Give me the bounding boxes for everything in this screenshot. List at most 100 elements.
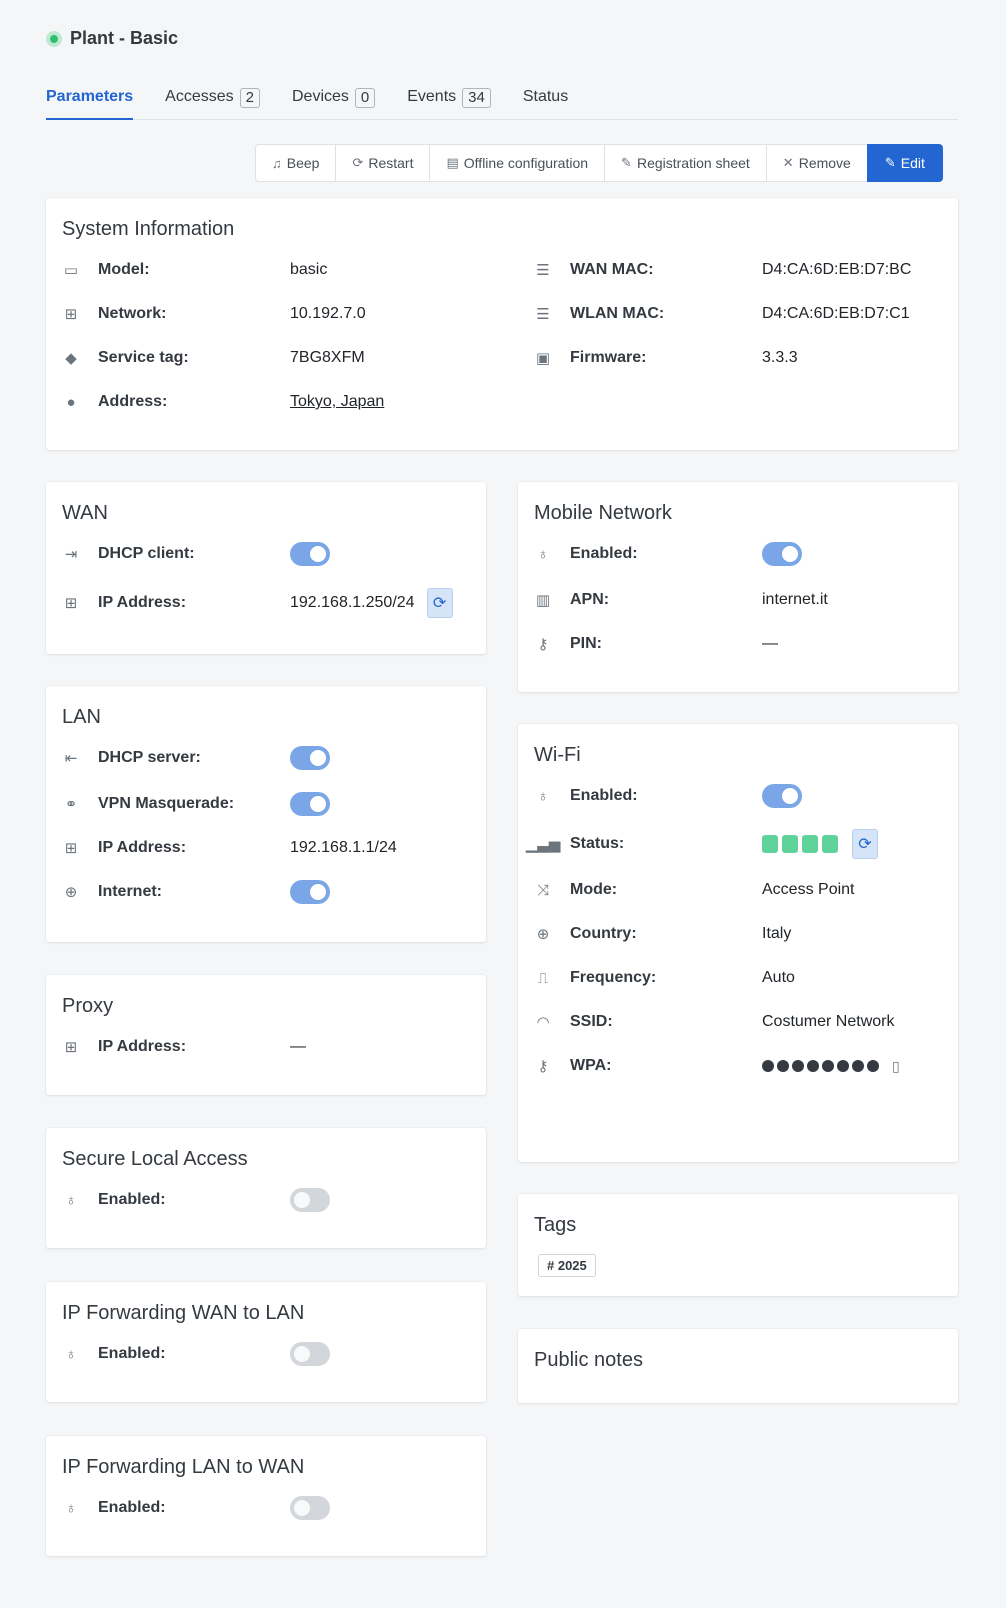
field-label: DHCP server: bbox=[98, 749, 201, 766]
model-value: basic bbox=[290, 261, 328, 278]
network-icon: ⊞ bbox=[64, 840, 78, 857]
status-row: ▁▃▅ Status: ⟳ bbox=[525, 829, 878, 859]
file-download-icon: ▤ bbox=[446, 155, 459, 170]
wave-square-icon: ⎍ bbox=[537, 969, 549, 987]
vpn-masquerade-toggle[interactable] bbox=[290, 792, 330, 816]
field-label: Internet: bbox=[98, 883, 162, 900]
masked-password bbox=[762, 1060, 882, 1072]
lan-wan-forwarding-toggle[interactable] bbox=[290, 1496, 330, 1520]
apn-row: ▥ APN: internet.it bbox=[534, 588, 828, 612]
field-label: Model: bbox=[98, 261, 150, 278]
card-title: Public notes bbox=[534, 1349, 643, 1371]
address-row: ● Address: Tokyo, Japan bbox=[62, 390, 384, 414]
field-label: IP Address: bbox=[98, 594, 187, 611]
tab-label: Parameters bbox=[46, 88, 134, 105]
clipboard-icon[interactable]: ▯ bbox=[892, 1058, 900, 1075]
password-dot bbox=[867, 1060, 879, 1072]
network-value: 10.192.7.0 bbox=[290, 305, 366, 322]
refresh-button[interactable]: ⟳ bbox=[852, 829, 878, 859]
tab-accesses[interactable]: Accesses 2 bbox=[165, 84, 260, 120]
key-icon: ⚷ bbox=[537, 1058, 549, 1075]
button-label: Beep bbox=[286, 155, 320, 171]
field-label: Enabled: bbox=[570, 545, 638, 562]
remove-button[interactable]: ✕ Remove bbox=[765, 144, 868, 182]
tags-card: Tags # 2025 bbox=[518, 1194, 958, 1296]
field-label: Firmware: bbox=[570, 349, 647, 366]
microchip-icon: ▣ bbox=[535, 350, 551, 367]
address-link[interactable]: Tokyo, Japan bbox=[290, 393, 384, 411]
dhcp-server-toggle[interactable] bbox=[290, 746, 330, 770]
dhcp-server-row: ⇤ DHCP server: bbox=[62, 746, 330, 770]
shuffle-icon: ⤨ bbox=[536, 881, 549, 899]
tag-icon: ◆ bbox=[65, 350, 77, 367]
tab-events[interactable]: Events 34 bbox=[407, 84, 491, 120]
password-dot bbox=[777, 1060, 789, 1072]
ip-forwarding-lan-wan-card: IP Forwarding LAN to WAN ♁ Enabled: bbox=[46, 1436, 486, 1556]
enabled-row: ♁ Enabled: bbox=[62, 1342, 330, 1366]
sign-out-icon: ⇤ bbox=[64, 750, 78, 767]
tab-status[interactable]: Status bbox=[523, 84, 568, 120]
signal-bar bbox=[762, 835, 778, 853]
offline-configuration-button[interactable]: ▤ Offline configuration bbox=[429, 144, 606, 182]
button-label: Edit bbox=[900, 155, 925, 171]
field-label: Enabled: bbox=[570, 787, 638, 804]
frequency-row: ⎍ Frequency: Auto bbox=[534, 966, 795, 990]
field-label: Enabled: bbox=[98, 1191, 166, 1208]
signal-icon: ▁▃▅ bbox=[525, 836, 561, 853]
card-title: LAN bbox=[62, 706, 101, 728]
restart-button[interactable]: ⟳ Restart bbox=[335, 144, 431, 182]
tab-label: Accesses bbox=[165, 88, 234, 105]
field-label: Frequency: bbox=[570, 969, 657, 986]
mobile-enabled-toggle[interactable] bbox=[762, 542, 802, 566]
field-label: SSID: bbox=[570, 1013, 613, 1030]
wan-card: WAN ⇥ DHCP client: ⊞ IP Address: 192.168… bbox=[46, 482, 486, 654]
mode-row: ⤨ Mode: Access Point bbox=[534, 878, 855, 902]
wlan-mac-value: D4:CA:6D:EB:D7:C1 bbox=[762, 305, 910, 322]
wifi-card: Wi-Fi ♁ Enabled: ▁▃▅ Status: ⟳ ⤨ Mode: A… bbox=[518, 724, 958, 1162]
internet-toggle[interactable] bbox=[290, 880, 330, 904]
wan-lan-forwarding-toggle[interactable] bbox=[290, 1342, 330, 1366]
wifi-icon: ◠ bbox=[536, 1014, 550, 1031]
proxy-card: Proxy ⊞ IP Address: — bbox=[46, 975, 486, 1095]
beep-button[interactable]: ♫ Beep bbox=[255, 144, 337, 182]
field-label: Network: bbox=[98, 305, 167, 322]
edit-button[interactable]: ✎ Edit bbox=[866, 144, 943, 182]
registration-sheet-button[interactable]: ✎ Registration sheet bbox=[604, 144, 767, 182]
wpa-row: ⚷ WPA: ▯ bbox=[534, 1054, 900, 1078]
ip-forwarding-wan-lan-card: IP Forwarding WAN to LAN ♁ Enabled: bbox=[46, 1282, 486, 1402]
secure-access-toggle[interactable] bbox=[290, 1188, 330, 1212]
close-icon: ✕ bbox=[782, 155, 794, 170]
ip-address-row: ⊞ IP Address: 192.168.1.1/24 bbox=[62, 836, 397, 860]
apn-value: internet.it bbox=[762, 591, 828, 608]
card-title: Wi-Fi bbox=[534, 744, 581, 766]
refresh-icon: ⟳ bbox=[432, 595, 447, 612]
firmware-value: 3.3.3 bbox=[762, 349, 798, 366]
field-label: Country: bbox=[570, 925, 637, 942]
online-status-icon bbox=[46, 30, 62, 47]
restart-icon: ⟳ bbox=[352, 155, 364, 170]
card-title: Secure Local Access bbox=[62, 1148, 248, 1170]
public-notes-card: Public notes bbox=[518, 1329, 958, 1403]
firmware-row: ▣ Firmware: 3.3.3 bbox=[534, 346, 798, 370]
wifi-enabled-toggle[interactable] bbox=[762, 784, 802, 808]
card-title: Proxy bbox=[62, 995, 114, 1017]
network-icon: ⊞ bbox=[64, 306, 78, 323]
card-title: Tags bbox=[534, 1214, 577, 1236]
tag-badge[interactable]: # 2025 bbox=[538, 1254, 596, 1277]
dhcp-client-toggle[interactable] bbox=[290, 542, 330, 566]
refresh-button[interactable]: ⟳ bbox=[426, 588, 453, 618]
globe-icon: ⊕ bbox=[536, 926, 550, 943]
country-value: Italy bbox=[762, 925, 792, 942]
button-label: Remove bbox=[798, 155, 851, 171]
mode-value: Access Point bbox=[762, 881, 855, 898]
hdd-icon: ▭ bbox=[63, 262, 79, 279]
internet-row: ⊕ Internet: bbox=[62, 880, 330, 904]
tab-devices[interactable]: Devices 0 bbox=[292, 84, 376, 120]
button-label: Restart bbox=[368, 155, 414, 171]
enabled-row: ♁ Enabled: bbox=[534, 784, 802, 808]
field-label: Mode: bbox=[570, 881, 618, 898]
lightbulb-icon: ♁ bbox=[65, 1345, 77, 1363]
tab-parameters[interactable]: Parameters bbox=[46, 84, 134, 120]
enabled-row: ♁ Enabled: bbox=[62, 1496, 330, 1520]
dhcp-client-row: ⇥ DHCP client: bbox=[62, 542, 330, 566]
